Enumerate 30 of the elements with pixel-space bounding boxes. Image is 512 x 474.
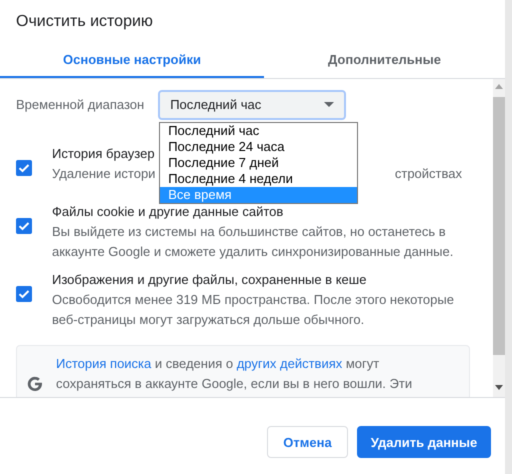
tab[interactable]: Основные настройки	[0, 43, 264, 78]
item-description: Освободится менее 319 МБ пространства. После этого некоторые веб-страницы могут загружаться дольше обычного.	[52, 291, 455, 329]
dropdown-option[interactable]: Последние 24 часа	[160, 138, 358, 154]
item-title: История браузер	[52, 146, 155, 161]
dialog-title: Очистить историю	[15, 12, 154, 32]
caret-icon	[324, 102, 334, 107]
dropdown-option[interactable]: Все время	[160, 186, 358, 202]
item-description: стройствах	[394, 165, 462, 183]
checkbox[interactable]	[16, 286, 32, 302]
link[interactable]: История поиска	[56, 356, 152, 371]
checkbox[interactable]	[16, 160, 32, 176]
item-description: Вы выйдете из системы на большинстве сайтов, но останетесь в аккаунте Google и сможете удалить синхронизированные данные.	[52, 223, 454, 261]
scrollbar[interactable]	[493, 79, 505, 397]
dropdown-option[interactable]: Последние 4 недели	[160, 170, 358, 186]
item-description: Удаление истори	[52, 165, 156, 183]
tab[interactable]: Дополнительные	[264, 43, 505, 78]
google-logo-icon	[27, 376, 43, 392]
dropdown-option[interactable]: Последние 7 дней	[160, 154, 358, 170]
dropdown-option[interactable]: Последний час	[160, 122, 358, 138]
range-label: Временной диапазон	[16, 97, 144, 112]
link[interactable]: других действиях	[236, 356, 342, 371]
item-title: Файлы cookie и другие данные сайтов	[52, 204, 284, 219]
delete-button[interactable]: Удалить данные	[357, 426, 491, 458]
item-title: Изображения и другие файлы, сохраненные в кеше	[52, 272, 366, 287]
checkbox[interactable]	[16, 218, 32, 234]
info-text: История поиска и сведения о других действиях могут сохраняться в аккаунте Google, если вы в него вошли. Эти	[56, 355, 414, 393]
scroll-thumb[interactable]	[493, 97, 505, 355]
cancel-button[interactable]: Отмена	[267, 426, 348, 458]
time-range-select[interactable]: Последний час	[158, 90, 346, 120]
scroll-down-icon[interactable]	[495, 385, 503, 390]
